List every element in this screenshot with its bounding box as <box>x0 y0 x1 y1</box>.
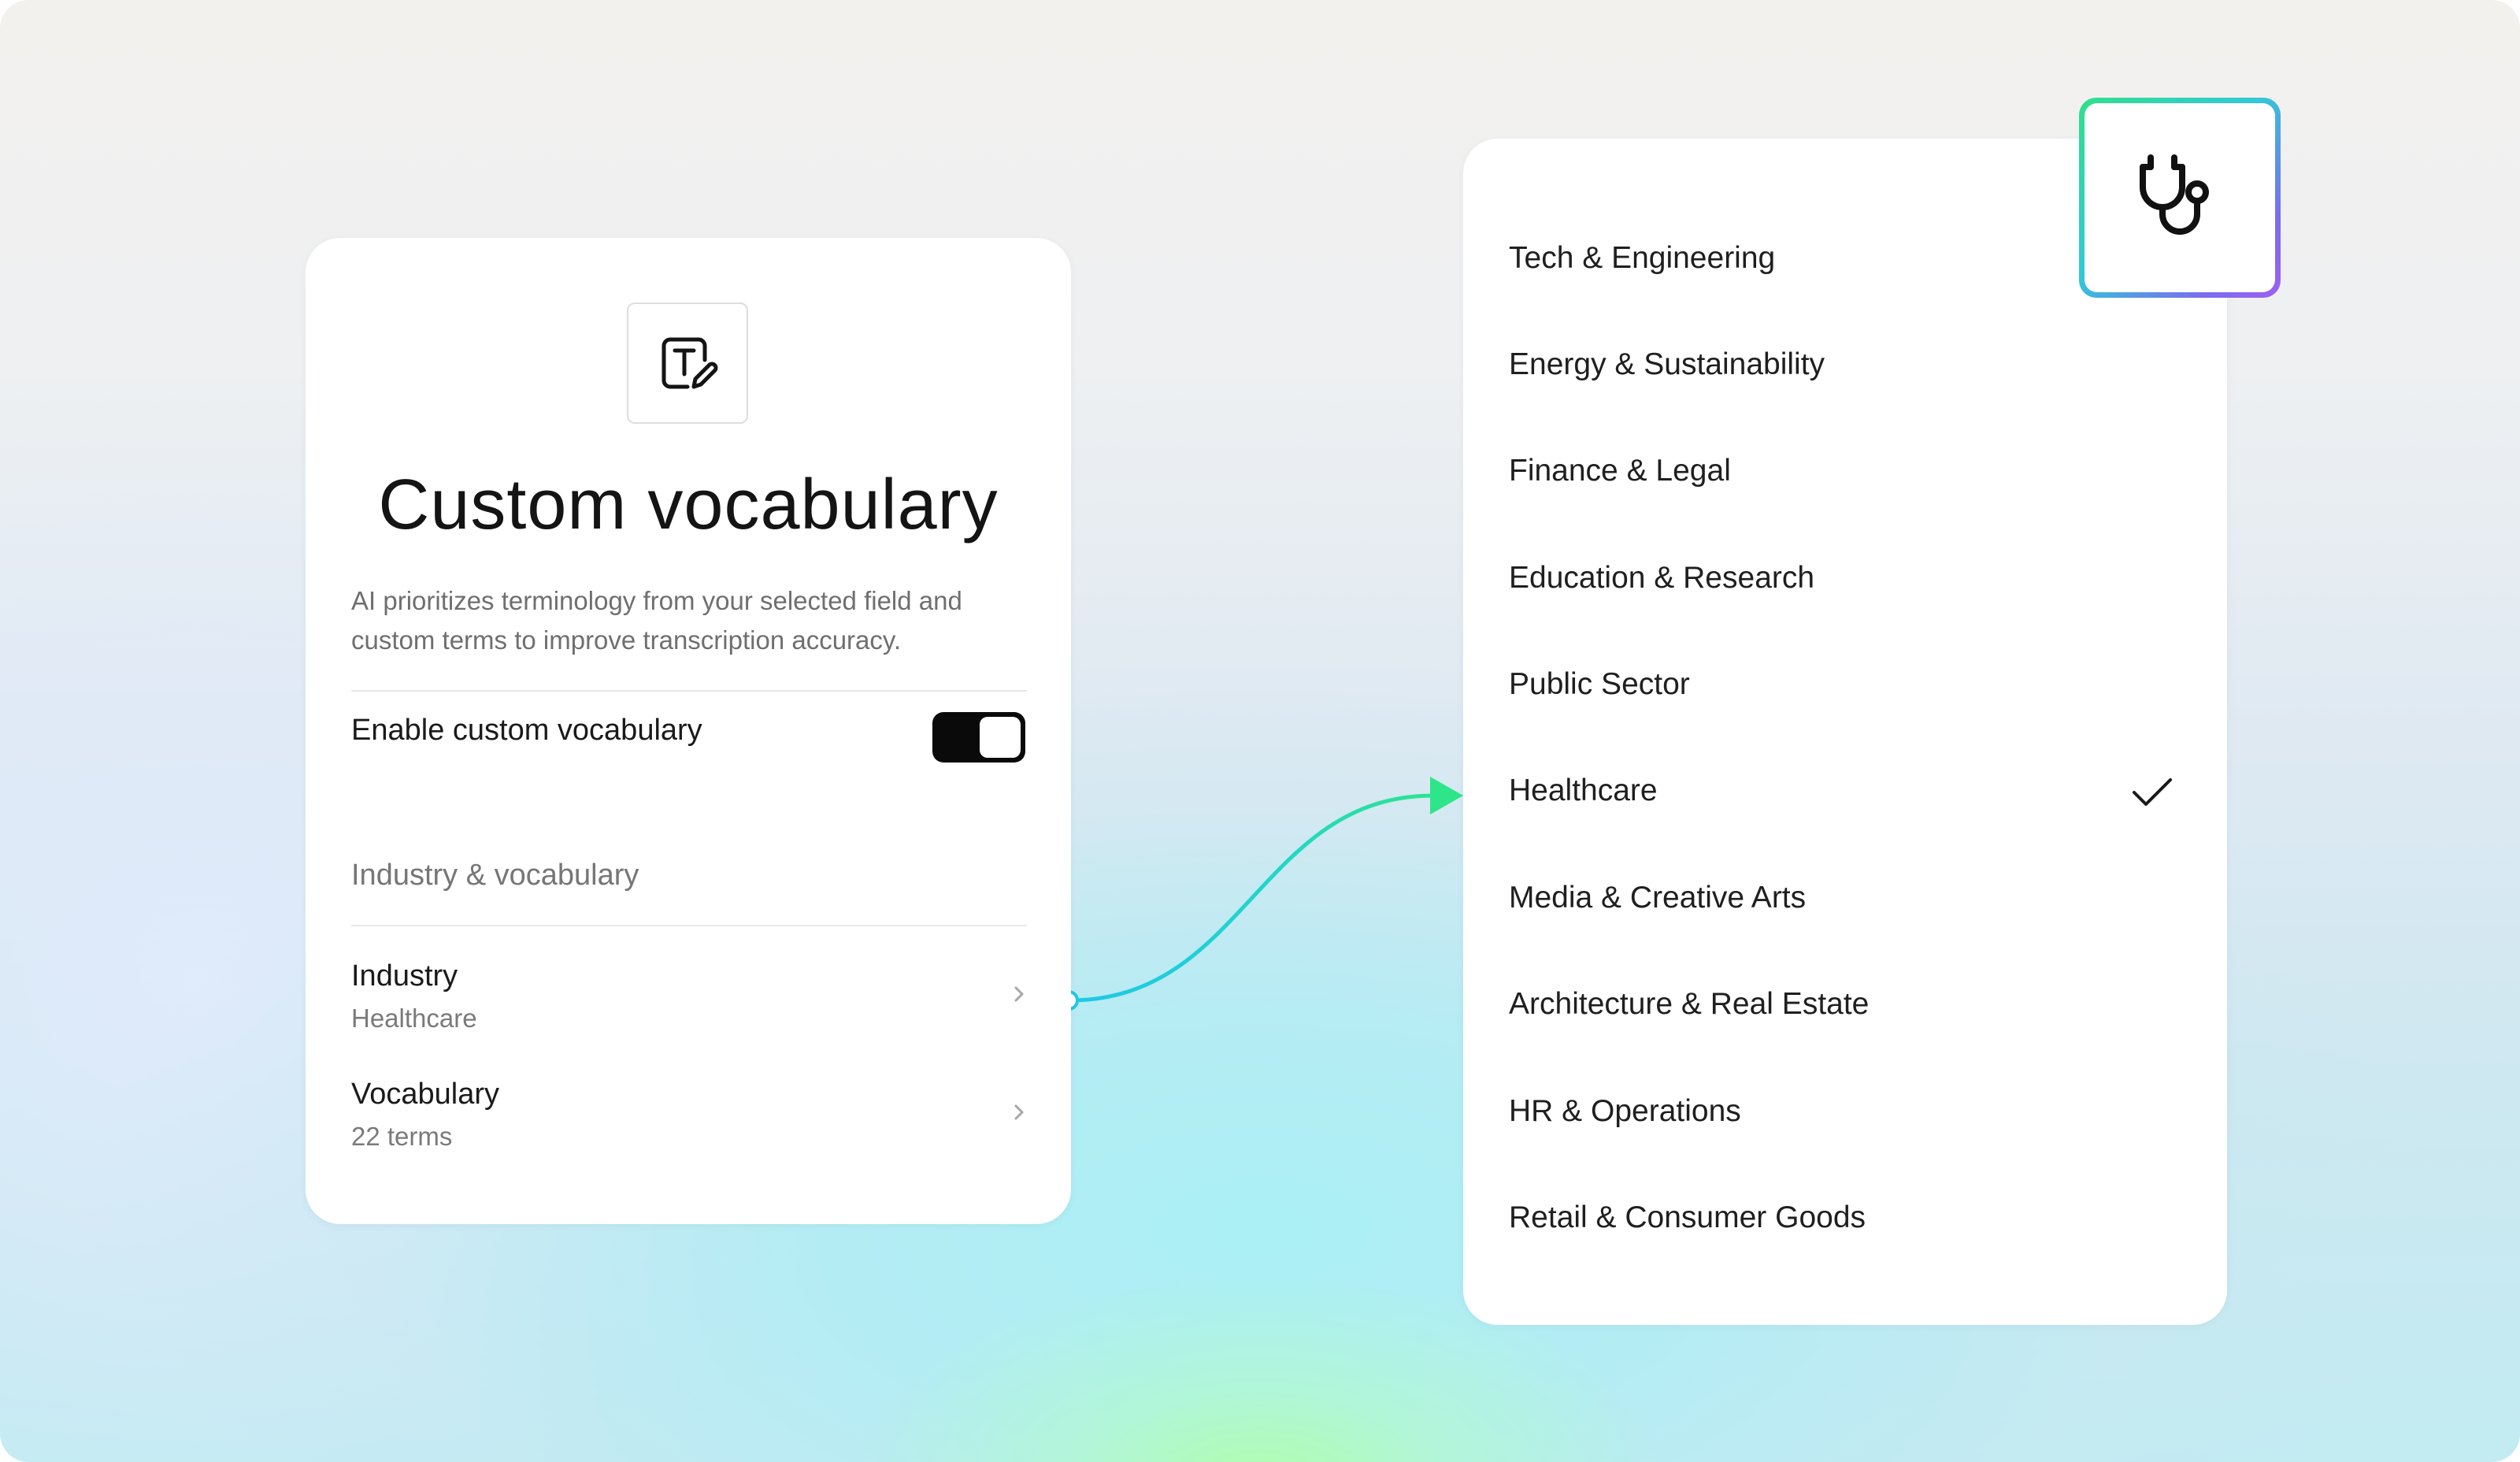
industry-option[interactable]: Education & Research <box>1509 561 1814 596</box>
industry-option[interactable]: Energy & Sustainability <box>1509 347 1825 382</box>
industry-option[interactable]: Finance & Legal <box>1509 454 1731 488</box>
industry-row[interactable]: Industry Healthcare <box>351 959 1027 1046</box>
chevron-right-icon <box>1014 1104 1024 1120</box>
row-title: Vocabulary <box>351 1078 500 1111</box>
industry-option[interactable]: HR & Operations <box>1509 1094 1741 1129</box>
row-subtitle: Healthcare <box>351 1004 477 1033</box>
industry-option[interactable]: Public Sector <box>1509 667 1690 702</box>
vocabulary-row[interactable]: Vocabulary 22 terms <box>351 1078 1027 1164</box>
divider <box>351 690 1027 692</box>
description-text: AI prioritizes terminology from your sel… <box>351 586 962 655</box>
section-header: Industry & vocabulary <box>351 859 639 892</box>
industry-option[interactable]: Retail & Consumer Goods <box>1509 1200 1866 1235</box>
row-title: Industry <box>351 959 458 993</box>
toggle-knob <box>980 717 1021 758</box>
toggle-label: Enable custom vocabulary <box>351 714 702 747</box>
industry-option[interactable]: Tech & Engineering <box>1509 241 1775 276</box>
industry-list-card: Tech & Engineering Energy & Sustainabili… <box>1463 139 2227 1325</box>
industry-option-selected[interactable]: Healthcare <box>1509 774 1658 808</box>
custom-vocabulary-card: Custom vocabulary AI prioritizes termino… <box>306 238 1071 1224</box>
industry-option[interactable]: Architecture & Real Estate <box>1509 987 1869 1022</box>
stethoscope-icon <box>2140 154 2209 235</box>
chevron-right-icon <box>1014 986 1024 1002</box>
page-title: Custom vocabulary <box>378 466 999 544</box>
industry-option[interactable]: Media & Creative Arts <box>1509 881 1806 915</box>
enable-custom-vocabulary-toggle[interactable] <box>932 712 1025 763</box>
checkmark-icon <box>2133 778 2172 806</box>
stethoscope-badge <box>2079 98 2281 298</box>
divider <box>351 925 1027 926</box>
row-subtitle: 22 terms <box>351 1122 453 1151</box>
text-edit-icon <box>627 302 748 424</box>
